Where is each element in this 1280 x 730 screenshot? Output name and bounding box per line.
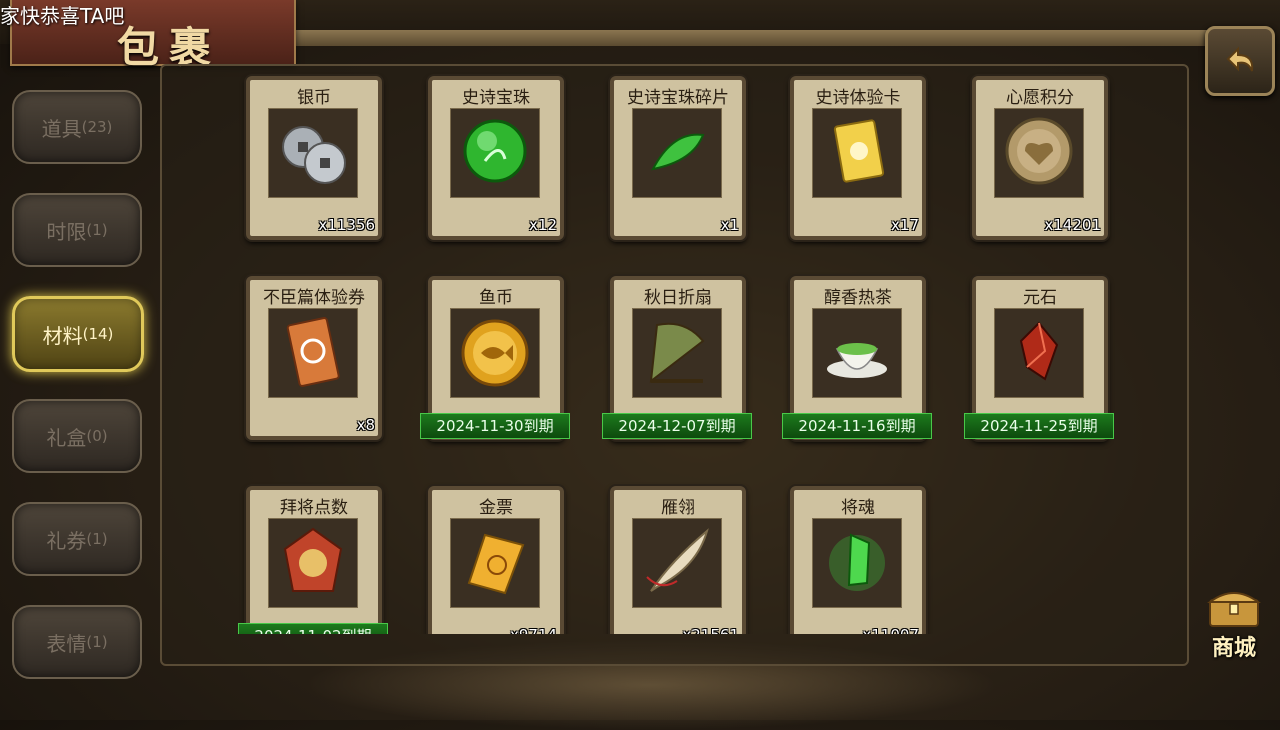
item-name: 鱼币 [479,288,513,308]
expiry-badge: 2024-11-16到期 [782,413,932,439]
back-button[interactable] [1205,26,1275,96]
tab-4[interactable]: 礼券 (1) [12,502,142,576]
tab-count: (14) [82,325,114,343]
item-quantity: x14201 [1044,216,1101,234]
tab-count: (23) [81,118,113,136]
item-card[interactable]: 醇香热茶x32024-11-16到期 [782,276,932,440]
item-card[interactable]: 金票 x9714 [428,486,564,634]
green-shard-icon [651,133,705,171]
expiry-badge: 2024-12-07到期 [602,413,752,439]
item-card[interactable]: 雁翎 x21561 [610,486,746,634]
item-quantity: x21561 [682,626,739,634]
green-orb-icon [463,119,527,183]
gold-scroll-icon [467,533,525,595]
tea-cup-icon [827,343,887,378]
item-name: 雁翎 [661,498,695,518]
expiry-badge: 2024-11-30到期 [420,413,570,439]
item-icon-frame [994,308,1084,398]
item-card[interactable]: 鱼币x4472024-11-30到期 [420,276,570,440]
item-name: 史诗宝珠 [462,88,530,108]
item-icon-frame [268,108,358,198]
tab-1[interactable]: 时限 (1) [12,193,142,267]
item-quantity: x11007 [862,626,919,634]
item-grid: 银币 x11356 史诗宝珠 x12 史诗宝珠碎片 x1 史诗体验卡 x17 心愿积分 x1420… [160,64,1190,634]
folding-fan-icon [649,322,705,384]
general-token-icon [283,527,343,592]
heart-coin-icon [1005,117,1073,185]
item-quantity: x1 [720,216,739,234]
item-name: 史诗宝珠碎片 [627,88,729,108]
tab-count: (1) [86,633,108,651]
item-card[interactable]: 将魂 x11007 [790,486,926,634]
feather-icon [646,528,709,592]
item-icon-frame [632,108,722,198]
tab-5[interactable]: 表情 (1) [12,605,142,679]
item-icon-frame [268,308,358,398]
tab-label: 礼券 [46,528,87,553]
tab-count: (1) [86,221,108,239]
tab-count: (1) [86,530,108,548]
tab-label: 礼盒 [46,425,87,450]
tab-3[interactable]: 礼盒 (0) [12,399,142,473]
item-card[interactable]: 史诗宝珠 x12 [428,76,564,240]
item-card[interactable]: 拜将点数x4172024-11-02到期 [238,486,388,634]
item-card[interactable]: 心愿积分 x14201 [972,76,1108,240]
silver-coin-icon [282,126,346,184]
item-icon-frame [812,108,902,198]
item-card[interactable]: 不臣篇体验券 x8 [246,276,382,440]
item-name: 不臣篇体验券 [263,288,365,308]
shop-label: 商城 [1211,635,1256,661]
tab-label: 材料 [42,323,83,348]
fish-coin-icon [461,319,529,387]
item-card[interactable]: 史诗宝珠碎片 x1 [610,76,746,240]
item-quantity: x11356 [318,216,375,234]
top-rail [180,30,1210,46]
treasure-chest-icon [1206,592,1262,627]
item-icon-frame [812,518,902,608]
item-quantity: x12 [529,216,557,234]
item-card[interactable]: 史诗体验卡 x17 [790,76,926,240]
tab-2[interactable]: 材料 (14) [12,296,144,372]
item-name: 史诗体验卡 [815,88,901,108]
item-name: 心愿积分 [1006,88,1074,108]
item-name: 将魂 [841,498,875,518]
item-name: 拜将点数 [280,498,348,518]
tab-0[interactable]: 道具 (23) [12,90,142,164]
ticket-icon [286,317,340,387]
item-name: 醇香热茶 [824,288,892,308]
item-icon-frame [812,308,902,398]
item-icon-frame [632,308,722,398]
item-name: 银币 [297,88,331,108]
tab-count: (0) [86,427,108,445]
shop-button[interactable]: 商城 [1196,582,1272,662]
item-card[interactable]: 银币 x11356 [246,76,382,240]
item-icon-frame [268,518,358,608]
item-card[interactable]: 元石x52024-11-25到期 [964,276,1114,440]
expiry-badge: 2024-11-25到期 [964,413,1114,439]
tab-label: 道具 [41,116,82,141]
item-card[interactable]: 秋日折扇x22024-12-07到期 [602,276,752,440]
item-quantity: x8 [356,416,375,434]
tab-label: 表情 [46,631,87,656]
item-quantity: x17 [891,216,919,234]
broadcast-marquee: 家快恭喜TA吧 [0,4,125,28]
item-icon-frame [450,518,540,608]
tab-label: 时限 [46,219,87,244]
expiry-badge: 2024-11-02到期 [238,623,388,634]
item-icon-frame [450,308,540,398]
item-name: 金票 [479,498,513,518]
item-name: 秋日折扇 [644,288,712,308]
item-icon-frame [994,108,1084,198]
green-soul-crystal-icon [829,533,885,591]
item-icon-frame [450,108,540,198]
gold-card-icon [833,119,885,183]
red-crystal-icon [1019,321,1059,381]
item-name: 元石 [1023,288,1057,308]
back-arrow-icon [1226,46,1254,72]
item-quantity: x9714 [510,626,557,634]
item-icon-frame [632,518,722,608]
